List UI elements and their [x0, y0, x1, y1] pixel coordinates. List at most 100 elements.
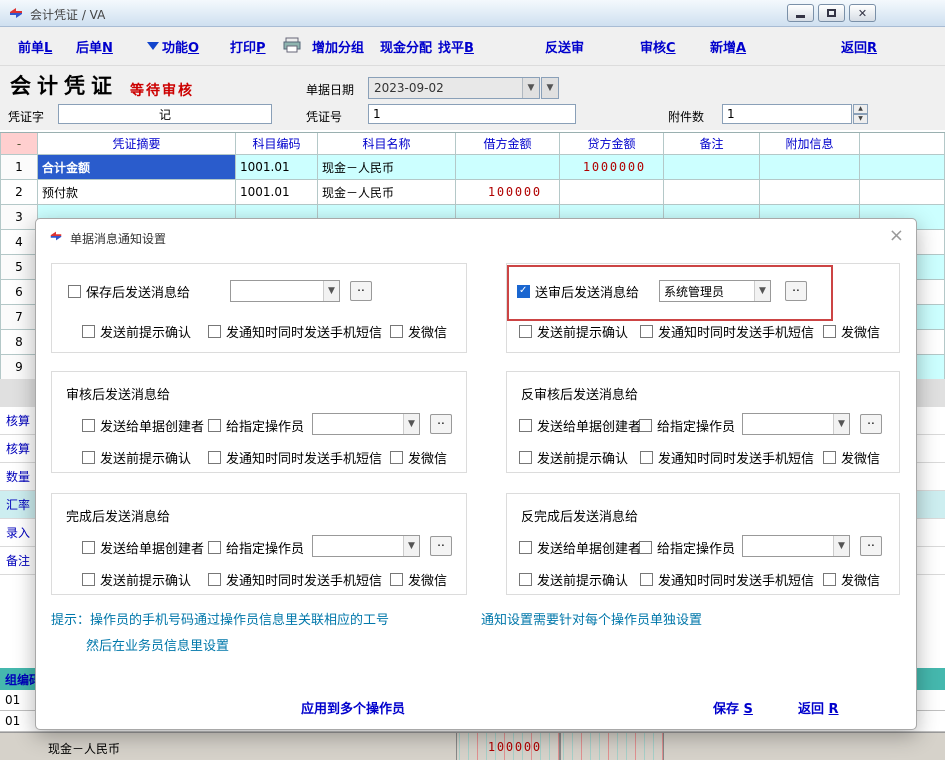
row-number[interactable]: 3 — [0, 205, 38, 230]
minimize-button[interactable] — [787, 4, 814, 22]
uncomplete-confirm-checkbox[interactable]: 发送前提示确认 — [519, 570, 628, 589]
voucher-word-input[interactable] — [58, 104, 272, 124]
row-number[interactable]: 1 — [0, 155, 38, 180]
note-cell[interactable] — [664, 180, 760, 205]
complete-operator-select[interactable]: ▼ — [312, 535, 420, 557]
unaudit-sms-checkbox[interactable]: 发通知时同时发送手机短信 — [640, 448, 814, 467]
complete-assign-operator-checkbox[interactable]: 给指定操作员 — [208, 538, 304, 557]
col-header-note[interactable]: 备注 — [664, 133, 760, 155]
unaudit-confirm-checkbox[interactable]: 发送前提示确认 — [519, 448, 628, 467]
next-voucher-button[interactable]: 后单N — [76, 37, 113, 56]
new-button[interactable]: 新增A — [710, 37, 746, 56]
col-header-name[interactable]: 科目名称 — [318, 133, 456, 155]
row-number[interactable]: 8 — [0, 330, 38, 355]
uncomplete-wechat-checkbox[interactable]: 发微信 — [823, 570, 880, 589]
uncomplete-send-creator-checkbox[interactable]: 发送给单据创建者 — [519, 538, 641, 557]
close-button[interactable]: ✕ — [849, 4, 876, 22]
audit-button[interactable]: 审核C — [640, 37, 676, 56]
extra-cell[interactable] — [760, 180, 860, 205]
save-operator-select[interactable]: ▼ — [230, 280, 340, 302]
submit-wechat-checkbox[interactable]: 发微信 — [823, 322, 880, 341]
unaudit-assign-operator-checkbox[interactable]: 给指定操作员 — [639, 416, 735, 435]
save-notify-checkbox[interactable]: 保存后发送消息给 — [68, 282, 190, 301]
cancel-submit-button[interactable]: 反送审 — [545, 37, 584, 56]
account-code-cell[interactable]: 1001.01 — [236, 155, 318, 180]
complete-wechat-checkbox[interactable]: 发微信 — [390, 570, 447, 589]
account-name-cell[interactable]: 现金－人民币 — [318, 155, 456, 180]
step-up-icon[interactable]: ▲ — [853, 104, 868, 114]
unaudit-operator-select[interactable]: ▼ — [742, 413, 850, 435]
row-number[interactable]: 4 — [0, 230, 38, 255]
submit-more-button[interactable]: .. — [785, 281, 807, 301]
extra-cell[interactable] — [760, 155, 860, 180]
attachment-stepper[interactable]: ▲ ▼ — [853, 104, 868, 124]
complete-send-creator-checkbox[interactable]: 发送给单据创建者 — [82, 538, 204, 557]
unaudit-wechat-checkbox[interactable]: 发微信 — [823, 448, 880, 467]
submit-sms-checkbox[interactable]: 发通知时同时发送手机短信 — [640, 322, 814, 341]
audit-send-creator-checkbox[interactable]: 发送给单据创建者 — [82, 416, 204, 435]
save-wechat-checkbox[interactable]: 发微信 — [390, 322, 447, 341]
date-dropdown-button[interactable]: ▼ — [541, 77, 559, 99]
balance-button[interactable]: 找平B — [438, 37, 474, 56]
maximize-button[interactable] — [818, 4, 845, 22]
audit-wechat-checkbox[interactable]: 发微信 — [390, 448, 447, 467]
uncomplete-operator-select[interactable]: ▼ — [742, 535, 850, 557]
account-code-cell[interactable]: 1001.01 — [236, 180, 318, 205]
audit-assign-operator-checkbox[interactable]: 给指定操作员 — [208, 416, 304, 435]
chevron-down-icon[interactable]: ▼ — [522, 78, 539, 98]
submit-confirm-checkbox[interactable]: 发送前提示确认 — [519, 322, 628, 341]
return-button[interactable]: 返回R — [841, 37, 877, 56]
unaudit-send-creator-checkbox[interactable]: 发送给单据创建者 — [519, 416, 641, 435]
dialog-return-button[interactable]: 返回 R — [798, 698, 839, 717]
row-number[interactable]: 7 — [0, 305, 38, 330]
col-header-num[interactable]: - — [0, 133, 38, 155]
printer-icon[interactable] — [282, 37, 302, 57]
complete-sms-checkbox[interactable]: 发通知时同时发送手机短信 — [208, 570, 382, 589]
note-cell[interactable] — [664, 155, 760, 180]
row-number[interactable]: 6 — [0, 280, 38, 305]
debit-cell[interactable] — [456, 155, 560, 180]
prev-voucher-button[interactable]: 前单L — [18, 37, 52, 56]
col-header-extra[interactable]: 附加信息 — [760, 133, 860, 155]
apply-to-multiple-button[interactable]: 应用到多个操作员 — [301, 698, 405, 717]
submit-operator-select[interactable]: 系统管理员▼ — [659, 280, 771, 302]
cash-allocate-button[interactable]: 现金分配 — [380, 37, 432, 56]
col-header-summary[interactable]: 凭证摘要 — [38, 133, 236, 155]
print-button[interactable]: 打印P — [230, 37, 266, 56]
function-button[interactable]: 功能O — [162, 37, 199, 56]
step-down-icon[interactable]: ▼ — [853, 114, 868, 124]
audit-sms-checkbox[interactable]: 发通知时同时发送手机短信 — [208, 448, 382, 467]
uncomplete-sms-checkbox[interactable]: 发通知时同时发送手机短信 — [640, 570, 814, 589]
add-group-button[interactable]: 增加分组 — [312, 37, 364, 56]
row-number[interactable]: 9 — [0, 355, 38, 380]
save-sms-checkbox[interactable]: 发通知时同时发送手机短信 — [208, 322, 382, 341]
credit-cell[interactable]: 1000000 — [560, 155, 664, 180]
account-name-cell[interactable]: 现金－人民币 — [318, 180, 456, 205]
uncomplete-more-button[interactable]: .. — [860, 536, 882, 556]
save-more-button[interactable]: .. — [350, 281, 372, 301]
checkbox-checked-icon — [517, 285, 530, 298]
audit-confirm-checkbox[interactable]: 发送前提示确认 — [82, 448, 191, 467]
unaudit-more-button[interactable]: .. — [860, 414, 882, 434]
row-number[interactable]: 2 — [0, 180, 38, 205]
submit-notify-checkbox[interactable]: 送审后发送消息给 — [517, 282, 639, 301]
attachment-input[interactable] — [722, 104, 852, 124]
dialog-save-button[interactable]: 保存 S — [713, 698, 753, 717]
dialog-close-icon[interactable]: × — [889, 225, 904, 246]
col-header-credit[interactable]: 贷方金额 — [560, 133, 664, 155]
summary-cell[interactable]: 预付款 — [38, 180, 236, 205]
debit-cell[interactable]: 100000 — [456, 180, 560, 205]
uncomplete-assign-operator-checkbox[interactable]: 给指定操作员 — [639, 538, 735, 557]
audit-more-button[interactable]: .. — [430, 414, 452, 434]
col-header-debit[interactable]: 借方金额 — [456, 133, 560, 155]
complete-confirm-checkbox[interactable]: 发送前提示确认 — [82, 570, 191, 589]
row-number[interactable]: 5 — [0, 255, 38, 280]
col-header-code[interactable]: 科目编码 — [236, 133, 318, 155]
summary-cell-selected[interactable]: 合计金额 — [38, 155, 236, 180]
save-confirm-checkbox[interactable]: 发送前提示确认 — [82, 322, 191, 341]
audit-operator-select[interactable]: ▼ — [312, 413, 420, 435]
complete-more-button[interactable]: .. — [430, 536, 452, 556]
credit-cell[interactable] — [560, 180, 664, 205]
voucher-no-input[interactable] — [368, 104, 576, 124]
date-picker[interactable]: 2023-09-02 ▼ — [368, 77, 540, 99]
